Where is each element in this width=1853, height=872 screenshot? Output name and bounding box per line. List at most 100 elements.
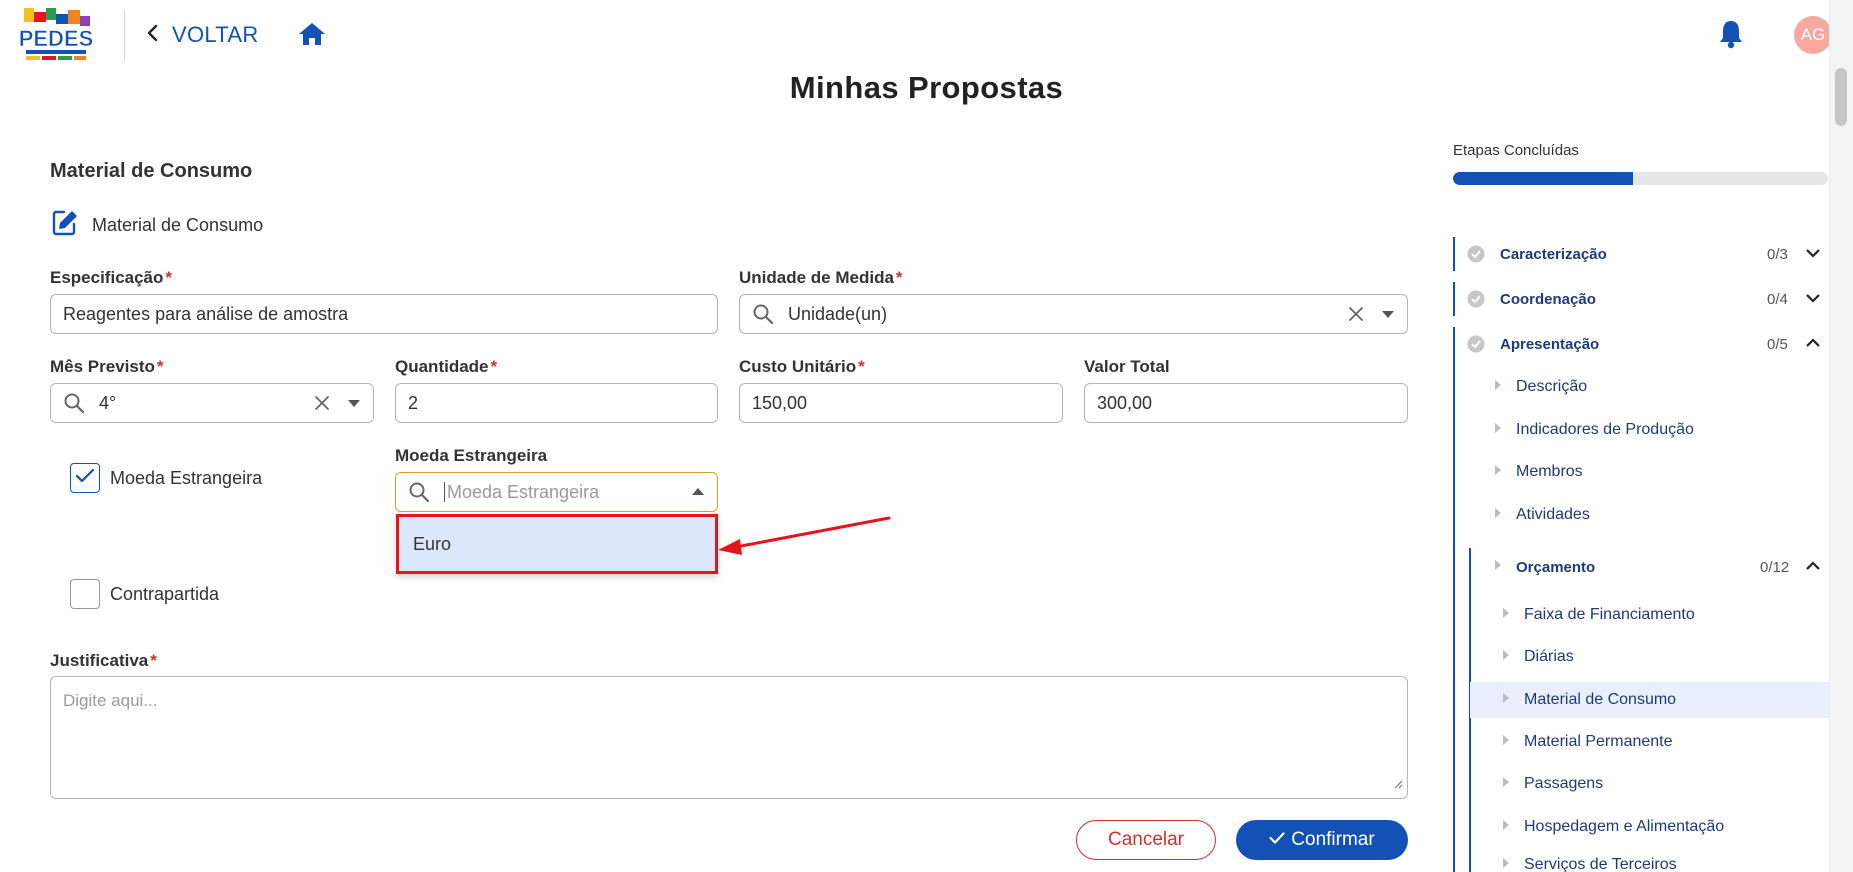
mes-select[interactable]: 4° — [50, 383, 374, 423]
nav-hospedagem[interactable]: Hospedagem e Alimentação — [1470, 810, 1829, 844]
caret-up-icon[interactable] — [691, 487, 705, 497]
nav-indicadores[interactable]: Indicadores de Produção — [1494, 413, 1694, 447]
header-divider — [124, 10, 125, 60]
page-title: Minhas Propostas — [789, 70, 1064, 105]
valor-total-value: 300,00 — [1097, 392, 1153, 413]
chevron-up-icon — [1805, 559, 1821, 577]
nav-orcamento[interactable]: Orçamento 0/12 — [1494, 550, 1829, 584]
contrapartida-checkbox[interactable] — [70, 579, 100, 609]
search-icon — [63, 392, 85, 414]
nav-atividades[interactable]: Atividades — [1494, 498, 1590, 532]
logo[interactable]: PEDES — [18, 6, 94, 64]
nav-label: Coordenação — [1500, 290, 1596, 308]
edit-icon — [50, 208, 80, 243]
moeda-estrangeira-checkbox[interactable] — [70, 463, 100, 493]
progress-fill — [1453, 172, 1633, 185]
top-bar: PEDES VOLTAR AG — [0, 0, 1853, 68]
nav-caracterizacao[interactable]: Caracterização 0/3 — [1453, 237, 1829, 271]
custo-value: 150,00 — [752, 392, 808, 413]
nav-label: Atividades — [1516, 506, 1590, 523]
valor-total-input: 300,00 — [1084, 383, 1408, 423]
home-icon[interactable] — [296, 18, 328, 50]
search-icon — [752, 303, 774, 325]
bell-icon[interactable] — [1716, 18, 1746, 50]
confirm-label: Confirmar — [1291, 829, 1375, 850]
nav-passagens[interactable]: Passagens — [1470, 767, 1829, 801]
caret-right-icon — [1502, 733, 1510, 751]
contrapartida-label[interactable]: Contrapartida — [110, 584, 219, 605]
nav-count: 0/4 — [1767, 290, 1788, 308]
nav-coordenacao[interactable]: Coordenação 0/4 — [1453, 282, 1829, 316]
nav-descricao[interactable]: Descrição — [1494, 370, 1587, 404]
nav-count: 0/12 — [1760, 558, 1790, 576]
especificacao-label: Especificação * — [50, 268, 173, 287]
caret-right-icon — [1494, 506, 1502, 524]
dropdown-option-euro[interactable]: Euro — [396, 514, 718, 574]
justificativa-textarea[interactable]: Digite aqui... — [50, 676, 1408, 799]
back-label: VOLTAR — [172, 22, 259, 47]
quantidade-label: Quantidade * — [395, 357, 498, 376]
clear-icon[interactable] — [1347, 305, 1365, 323]
nav-diarias[interactable]: Diárias — [1470, 640, 1829, 674]
resize-handle-icon[interactable] — [1393, 774, 1403, 794]
scrollbar[interactable] — [1829, 0, 1853, 872]
text-cursor — [444, 482, 445, 502]
cancel-button[interactable]: Cancelar — [1076, 820, 1216, 860]
nav-apresentacao[interactable]: Apresentação 0/5 — [1453, 327, 1829, 361]
scrollbar-thumb[interactable] — [1835, 68, 1847, 126]
check-icon — [1269, 829, 1285, 851]
nav-label: Caracterização — [1500, 245, 1607, 263]
caret-down-icon[interactable] — [1381, 309, 1395, 319]
check-icon — [75, 468, 95, 489]
moeda-select-label: Moeda Estrangeira — [395, 446, 548, 465]
avatar[interactable]: AG — [1794, 16, 1832, 54]
nav-label: Membros — [1516, 463, 1583, 480]
check-circle-icon — [1467, 245, 1485, 268]
custo-label: Custo Unitário * — [739, 357, 865, 376]
confirm-button[interactable]: Confirmar — [1236, 820, 1408, 860]
especificacao-input[interactable]: Reagentes para análise de amostra — [50, 294, 718, 334]
chevron-down-icon — [1805, 246, 1821, 264]
nav-faixa-financiamento[interactable]: Faixa de Financiamento — [1470, 598, 1829, 632]
moeda-estrangeira-checkbox-label[interactable]: Moeda Estrangeira — [110, 468, 262, 489]
chevron-left-icon — [146, 23, 160, 48]
justificativa-placeholder: Digite aqui... — [63, 691, 158, 710]
back-button[interactable]: VOLTAR — [146, 20, 259, 50]
caret-right-icon — [1494, 378, 1502, 396]
nav-label: Hospedagem e Alimentação — [1524, 818, 1725, 835]
nav-label: Orçamento — [1516, 558, 1596, 576]
mes-value: 4° — [99, 392, 117, 413]
caret-right-icon — [1502, 818, 1510, 836]
caret-right-icon — [1502, 606, 1510, 624]
caret-right-icon — [1502, 691, 1510, 709]
caret-right-icon — [1494, 463, 1502, 481]
nav-label: Serviços de Terceiros — [1524, 856, 1677, 872]
unidade-value: Unidade(un) — [788, 303, 888, 324]
especificacao-value: Reagentes para análise de amostra — [63, 303, 349, 324]
caret-right-icon — [1502, 856, 1510, 872]
tree-line-apresentacao — [1453, 327, 1455, 872]
caret-right-icon — [1502, 775, 1510, 793]
moeda-select[interactable]: Moeda Estrangeira — [395, 472, 718, 512]
subsection-header: Material de Consumo — [50, 208, 263, 243]
nav-material-permanente[interactable]: Material Permanente — [1470, 725, 1829, 759]
search-icon — [408, 481, 430, 503]
check-circle-icon — [1467, 290, 1485, 313]
custo-input[interactable]: 150,00 — [739, 383, 1063, 423]
clear-icon[interactable] — [313, 394, 331, 412]
nav-servicos-terceiros[interactable]: Serviços de Terceiros — [1470, 852, 1829, 872]
svg-text:PEDES: PEDES — [20, 26, 92, 51]
nav-membros[interactable]: Membros — [1494, 455, 1583, 489]
nav-label: Passagens — [1524, 775, 1604, 792]
check-circle-icon — [1467, 335, 1485, 358]
caret-right-icon — [1494, 421, 1502, 439]
chevron-down-icon — [1805, 291, 1821, 309]
nav-count: 0/3 — [1767, 245, 1788, 263]
unidade-select[interactable]: Unidade(un) — [739, 294, 1408, 334]
caret-down-icon[interactable] — [347, 398, 361, 408]
nav-material-consumo[interactable]: Material de Consumo — [1470, 682, 1829, 718]
moeda-select-placeholder: Moeda Estrangeira — [447, 481, 600, 502]
progress-bar — [1453, 172, 1828, 185]
quantidade-input[interactable]: 2 — [395, 383, 718, 423]
justificativa-label: Justificativa * — [50, 651, 157, 670]
